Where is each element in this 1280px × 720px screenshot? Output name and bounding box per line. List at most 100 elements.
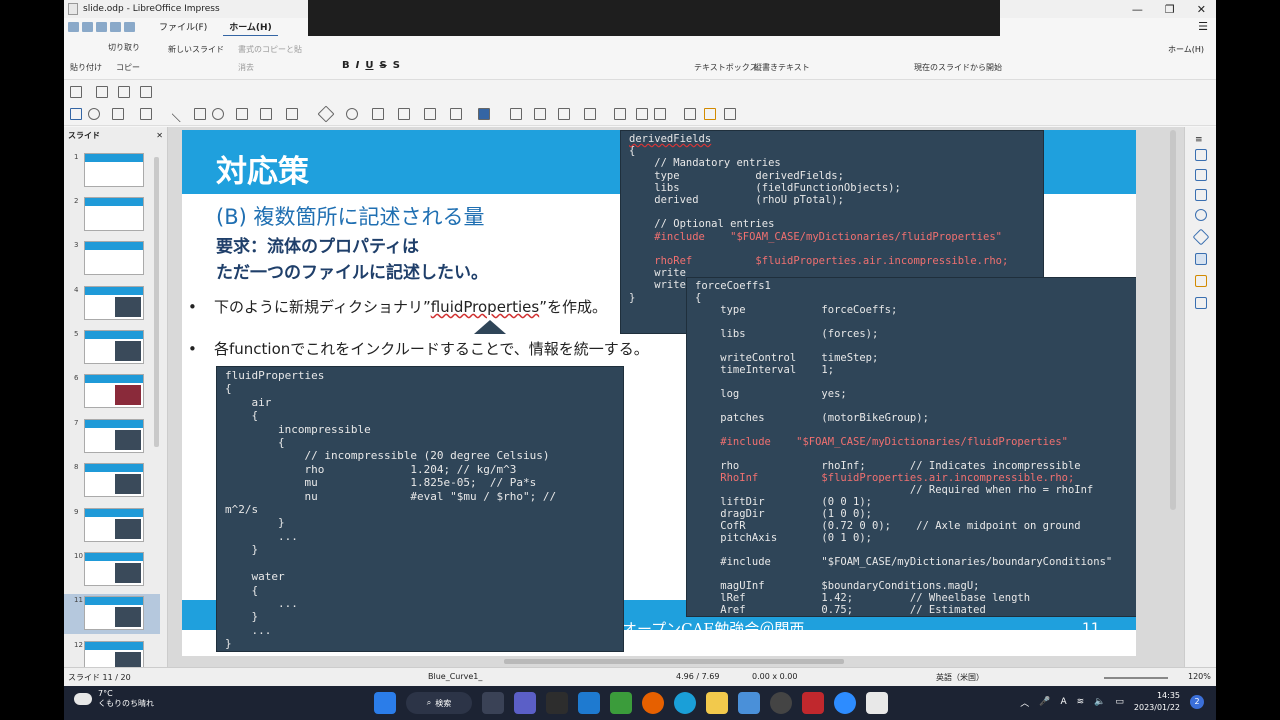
textbox-button[interactable]: テキストボックス (694, 62, 758, 73)
toggle-extrusion-icon[interactable] (724, 108, 736, 120)
microphone-icon[interactable]: 🎤 (1039, 697, 1050, 707)
cut-button[interactable]: 切り取り (108, 42, 140, 53)
mcafee-icon[interactable] (802, 692, 824, 714)
animation-icon[interactable] (1195, 275, 1207, 287)
block-arrows-icon[interactable] (372, 108, 384, 120)
slide-thumbnail[interactable]: 9 (64, 506, 160, 546)
styles-icon[interactable] (1195, 169, 1207, 181)
gallery-icon[interactable] (1195, 189, 1207, 201)
master-slide-name[interactable]: Blue_Curve1_ (428, 672, 482, 681)
zoom-slider[interactable] (1104, 677, 1168, 679)
code-force-coeffs[interactable]: forceCoeffs1 { type forceCoeffs; libs (f… (686, 277, 1136, 617)
zoom-app-icon[interactable] (834, 692, 856, 714)
slide-panel-scrollbar[interactable] (154, 157, 159, 447)
bold-button[interactable]: B (342, 60, 350, 71)
minimize-icon[interactable]: — (1132, 3, 1143, 16)
underline-button[interactable]: U (365, 60, 373, 71)
slide-thumbnail[interactable]: 5 (64, 328, 160, 368)
crop-icon[interactable] (636, 108, 648, 120)
tab-file[interactable]: ファイル(F) (153, 18, 213, 37)
slide-title[interactable]: 対応策 (216, 146, 309, 191)
master-slides-icon[interactable] (1195, 297, 1207, 309)
store-icon[interactable] (738, 692, 760, 714)
vertical-text-button[interactable]: 縦書きテキスト (754, 62, 810, 73)
edge-icon[interactable] (674, 692, 696, 714)
rotate-icon[interactable] (510, 108, 522, 120)
ime-icon[interactable]: A (1060, 697, 1066, 707)
slide[interactable]: 対応策 (B) 複数箇所に記述される量 要求：流体のプロパティは ただ一つのファ… (182, 130, 1136, 656)
bullet-1[interactable]: • 下のように新規ディクショナリ”fluidProperties”を作成。 (188, 296, 607, 317)
callouts-icon[interactable] (424, 108, 436, 120)
properties-icon[interactable] (1195, 149, 1207, 161)
line-tool-icon[interactable] (171, 105, 189, 123)
align-icon[interactable] (534, 108, 546, 120)
clock[interactable]: 14:35 2023/01/22 (1134, 690, 1180, 714)
dell-icon[interactable] (770, 692, 792, 714)
slide-thumbnail[interactable]: 4 (64, 284, 160, 324)
select-arrow-icon[interactable] (70, 108, 82, 120)
terminal-icon[interactable] (546, 692, 568, 714)
task-view-icon[interactable] (482, 692, 504, 714)
slide-thumbnail[interactable]: 7 (64, 417, 160, 457)
copy-button[interactable]: コピー (116, 62, 140, 73)
start-icon[interactable] (374, 692, 396, 714)
duplicate-slide-icon[interactable] (96, 86, 108, 98)
redo-icon[interactable] (124, 22, 135, 32)
impress-taskbar-icon[interactable] (866, 692, 888, 714)
firefox-icon[interactable] (642, 692, 664, 714)
points-icon[interactable] (684, 108, 696, 120)
undo-icon[interactable] (110, 22, 121, 32)
notification-badge[interactable]: 2 (1190, 695, 1204, 709)
close-panel-icon[interactable]: ✕ (156, 131, 163, 140)
layout-icon[interactable] (70, 86, 82, 98)
3d-objects-icon[interactable] (478, 108, 490, 120)
flowchart-icon[interactable] (398, 108, 410, 120)
fill-color-icon[interactable] (140, 108, 152, 120)
code-fluid-properties[interactable]: fluidProperties { air { incompressible {… (216, 366, 624, 652)
ellipse-tool-icon[interactable] (212, 108, 224, 120)
vertical-scrollbar[interactable] (1170, 130, 1176, 510)
line-color-icon[interactable] (112, 108, 124, 120)
slide-thumbnail[interactable]: 8 (64, 461, 160, 501)
slide-requirement[interactable]: 要求：流体のプロパティは ただ一つのファイルに記述したい。 (216, 234, 488, 286)
volume-icon[interactable]: 🔈 (1094, 697, 1105, 707)
horizontal-scrollbar[interactable] (504, 659, 844, 664)
zoom-icon[interactable] (88, 108, 100, 120)
italic-button[interactable]: I (356, 60, 360, 71)
start-current-slide-button[interactable]: 現在のスライドから開始 (914, 62, 1002, 73)
distribute-icon[interactable] (584, 108, 596, 120)
chat-icon[interactable] (514, 692, 536, 714)
slide-properties-icon[interactable] (118, 86, 130, 98)
app-icon[interactable] (610, 692, 632, 714)
display-views-icon[interactable] (140, 86, 152, 98)
home-dropdown[interactable]: ホーム(H) (1168, 44, 1204, 55)
arrange-icon[interactable] (558, 108, 570, 120)
save-icon[interactable] (96, 22, 107, 32)
sidebar-menu-icon[interactable]: ≡ (1195, 135, 1207, 147)
curve-tool-icon[interactable] (260, 108, 272, 120)
paste-button[interactable]: 貼り付け (70, 62, 102, 73)
zoom-level[interactable]: 120% (1188, 672, 1211, 681)
file-explorer-icon[interactable] (706, 692, 728, 714)
stars-icon[interactable] (450, 108, 462, 120)
connector-tool-icon[interactable] (286, 108, 298, 120)
open-icon[interactable] (82, 22, 93, 32)
rectangle-tool-icon[interactable] (194, 108, 206, 120)
arrow-tool-icon[interactable] (236, 108, 248, 120)
close-icon[interactable]: ✕ (1197, 3, 1206, 16)
filter-icon[interactable] (654, 108, 666, 120)
shadow-icon[interactable] (614, 108, 626, 120)
strikethrough-button[interactable]: S (379, 60, 386, 71)
new-slide-button[interactable]: 新しいスライド (168, 44, 224, 55)
search-box[interactable]: ⌕ 検索 (406, 692, 472, 714)
chevron-up-icon[interactable]: ︿ (1020, 696, 1029, 709)
hamburger-menu-icon[interactable]: ☰ (1198, 20, 1208, 33)
basic-shapes-icon[interactable] (317, 105, 335, 123)
slide-thumbnail[interactable]: 2 (64, 195, 160, 235)
maximize-icon[interactable]: ❐ (1165, 3, 1175, 16)
slide-thumbnail[interactable]: 10 (64, 550, 160, 590)
slide-thumbnail[interactable]: 1 (64, 151, 160, 191)
slide-transition-icon[interactable] (1195, 253, 1207, 265)
slide-subtitle[interactable]: (B) 複数箇所に記述される量 (216, 201, 484, 231)
slide-thumbnail-selected[interactable]: 11 (64, 594, 160, 634)
